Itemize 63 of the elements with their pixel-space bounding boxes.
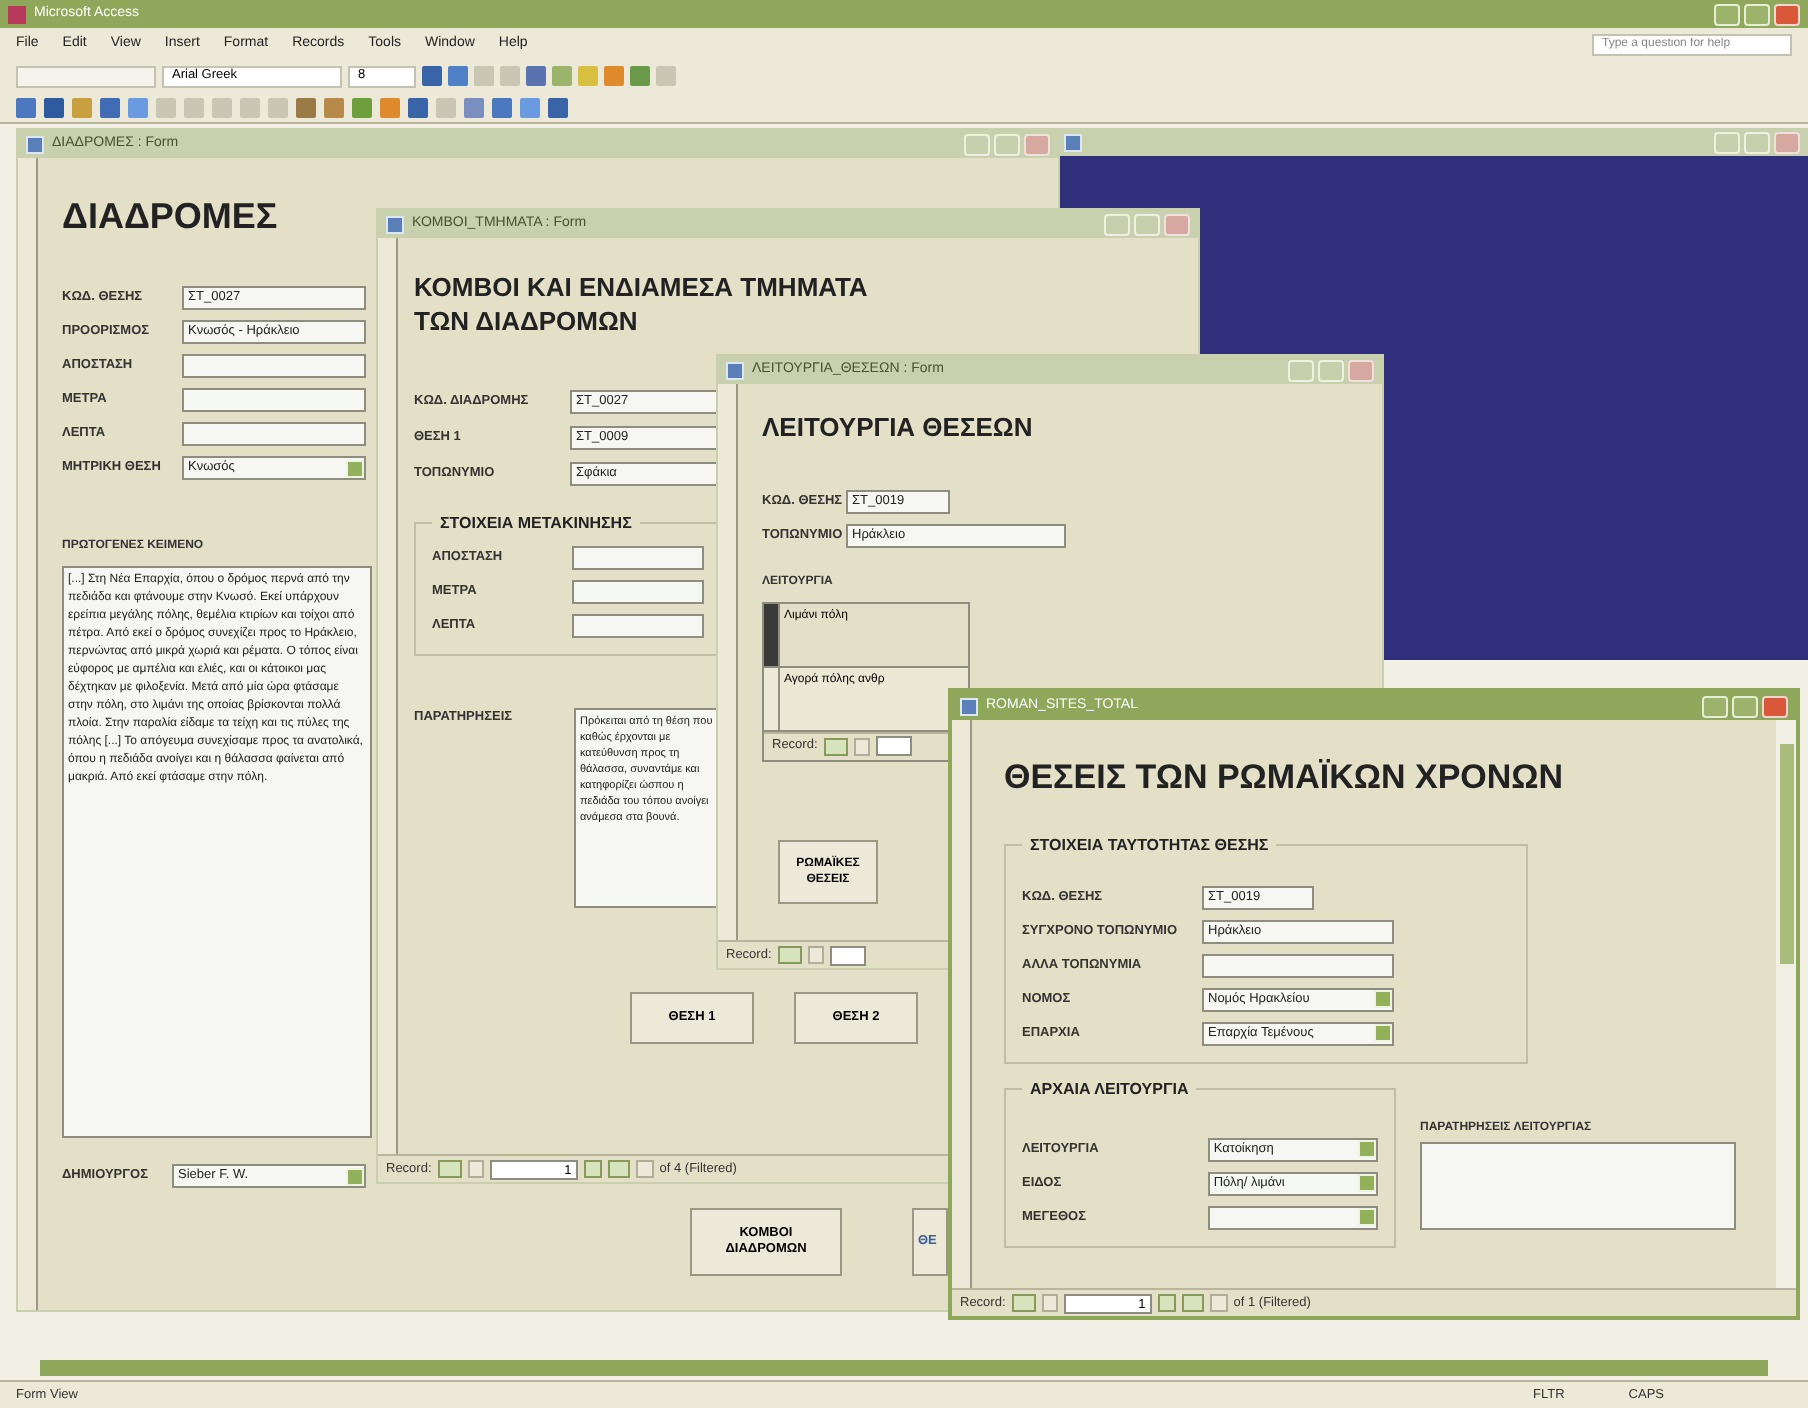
new-record-icon[interactable] xyxy=(1209,1294,1228,1312)
maximize-icon[interactable] xyxy=(1318,359,1344,381)
scroll-thumb[interactable] xyxy=(1779,744,1793,964)
first-record-icon[interactable] xyxy=(777,946,802,964)
previous-record-icon[interactable] xyxy=(853,737,870,755)
input-field[interactable] xyxy=(572,614,704,638)
close-icon[interactable] xyxy=(1024,133,1050,155)
previous-record-icon[interactable] xyxy=(807,946,824,964)
record-number-field[interactable] xyxy=(829,945,866,965)
maximize-icon[interactable] xyxy=(1744,131,1770,153)
form-icon xyxy=(1064,133,1082,151)
close-icon[interactable] xyxy=(1774,3,1800,25)
maximize-icon[interactable] xyxy=(994,133,1020,155)
previous-record-icon[interactable] xyxy=(467,1160,484,1178)
close-icon[interactable] xyxy=(1164,213,1190,235)
input-field[interactable] xyxy=(182,422,366,446)
group-title: ΑΡΧΑΙΑ ΛΕΙΤΟΥΡΓΙΑ xyxy=(1022,1077,1197,1101)
form-icon xyxy=(386,215,404,233)
first-record-icon[interactable] xyxy=(437,1160,462,1178)
object-combo-box[interactable] xyxy=(16,65,156,87)
form-heading: ΘΕΣΕΙΣ ΤΩΝ ΡΩΜΑΪΚΩΝ ΧΡΟΝΩΝ xyxy=(1004,756,1566,800)
maximize-icon[interactable] xyxy=(1134,213,1160,235)
minimize-icon[interactable] xyxy=(1288,359,1314,381)
group-title: ΣΤΟΙΧΕΙΑ ΤΑΥΤΟΤΗΤΑΣ ΘΕΣΗΣ xyxy=(1022,833,1277,857)
memo-field[interactable] xyxy=(1420,1141,1736,1229)
maximize-icon[interactable] xyxy=(1732,695,1758,717)
access-logo-icon xyxy=(8,5,26,23)
close-icon[interactable] xyxy=(1348,359,1374,381)
record-selector[interactable] xyxy=(18,158,38,1310)
form-heading: ΛΕΙΤΟΥΡΓΙΑ ΘΕΣΕΩΝ xyxy=(762,410,1035,446)
last-record-icon[interactable] xyxy=(607,1160,630,1178)
vertical-scrollbar[interactable] xyxy=(1776,720,1796,1288)
input-field[interactable] xyxy=(182,388,366,412)
next-record-icon[interactable] xyxy=(583,1160,602,1178)
close-icon[interactable] xyxy=(1774,131,1800,153)
first-record-icon[interactable] xyxy=(1011,1294,1036,1312)
minimize-icon[interactable] xyxy=(1702,695,1728,717)
close-icon[interactable] xyxy=(1762,695,1788,717)
new-record-icon[interactable] xyxy=(635,1160,654,1178)
minimize-icon[interactable] xyxy=(1714,3,1740,25)
scroll-thumb[interactable] xyxy=(40,1360,1768,1376)
form-icon xyxy=(960,697,978,715)
form-heading: ΚΟΜΒΟΙ ΚΑΙ ΕΝΔΙΑΜΕΣΑ ΤΜΗΜΑΤΑ ΤΩΝ ΔΙΑΔΡΟΜΩΝ xyxy=(414,270,870,338)
minimize-icon[interactable] xyxy=(1104,213,1130,235)
form-icon xyxy=(726,361,744,379)
input-field[interactable] xyxy=(572,546,704,570)
record-selector[interactable] xyxy=(952,720,972,1288)
first-record-icon[interactable] xyxy=(823,737,848,755)
input-field[interactable] xyxy=(1202,953,1394,977)
input-field[interactable] xyxy=(182,354,366,378)
next-record-icon[interactable] xyxy=(1157,1294,1176,1312)
previous-record-icon[interactable] xyxy=(1041,1294,1058,1312)
record-selector[interactable] xyxy=(718,384,738,940)
record-number-field[interactable] xyxy=(875,736,912,756)
input-field[interactable] xyxy=(572,580,704,604)
last-record-icon[interactable] xyxy=(1181,1294,1204,1312)
form-icon xyxy=(26,135,44,153)
minimize-icon[interactable] xyxy=(1714,131,1740,153)
form-heading: ΔΙΑΔΡΟΜΕΣ xyxy=(62,194,280,240)
maximize-icon[interactable] xyxy=(1744,3,1770,25)
memo-field[interactable] xyxy=(62,566,372,1138)
minimize-icon[interactable] xyxy=(964,133,990,155)
combo-box[interactable] xyxy=(1207,1205,1378,1229)
